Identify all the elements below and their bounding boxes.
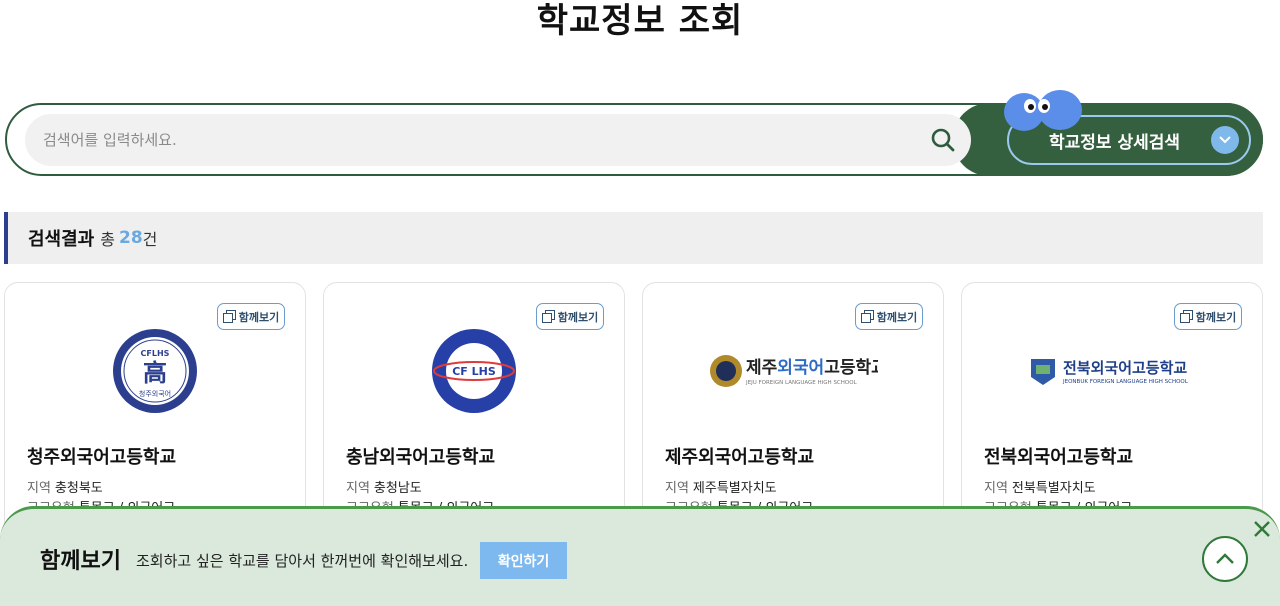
search-field xyxy=(25,114,971,166)
results-title: 검색결과 xyxy=(28,229,95,250)
search-button[interactable] xyxy=(925,122,961,158)
confirm-button[interactable]: 확인하기 xyxy=(480,542,567,579)
school-logo: 전북외국어고등학교 JEONBUK FOREIGN LANGUAGE HIGH … xyxy=(962,323,1262,419)
close-icon xyxy=(1254,521,1270,537)
copy-icon xyxy=(541,310,555,323)
svg-text:JEJU FOREIGN LANGUAGE HIGH SCH: JEJU FOREIGN LANGUAGE HIGH SCHOOL xyxy=(745,380,858,386)
school-region: 지역 전북특별자치도 xyxy=(984,481,1096,496)
svg-text:제주외국어고등학교: 제주외국어고등학교 xyxy=(746,358,878,378)
school-region: 지역 충청북도 xyxy=(27,481,103,496)
svg-text:청주외국어: 청주외국어 xyxy=(139,389,171,398)
copy-icon xyxy=(1179,310,1193,323)
school-region: 지역 충청남도 xyxy=(346,481,422,496)
compare-panel-description: 조회하고 싶은 학교를 담아서 한꺼번에 확인해보세요. xyxy=(136,552,469,570)
search-results-header: 검색결과 총 28 건 xyxy=(4,212,1263,264)
school-name: 충남외국어고등학교 xyxy=(346,447,496,468)
school-name: 청주외국어고등학교 xyxy=(27,447,177,468)
compare-panel: 함께보기 조회하고 싶은 학교를 담아서 한꺼번에 확인해보세요. 확인하기 xyxy=(0,506,1280,606)
svg-text:CF LHS: CF LHS xyxy=(452,365,496,378)
svg-text:JEONBUK FOREIGN LANGUAGE HIGH: JEONBUK FOREIGN LANGUAGE HIGH SCHOOL xyxy=(1062,379,1189,385)
compare-panel-title: 함께보기 xyxy=(40,549,121,574)
school-region: 지역 제주특별자치도 xyxy=(665,481,777,496)
search-icon xyxy=(931,128,955,152)
school-logo: CF LHS xyxy=(324,323,624,419)
copy-icon xyxy=(860,310,874,323)
school-name: 전북외국어고등학교 xyxy=(984,447,1134,468)
copy-icon xyxy=(222,310,236,323)
svg-text:CFLHS: CFLHS xyxy=(141,349,170,358)
chevron-down-icon xyxy=(1211,126,1239,154)
svg-text:高: 高 xyxy=(143,359,167,387)
school-name: 제주외국어고등학교 xyxy=(665,447,815,468)
page-title: 학교정보 조회 xyxy=(536,1,744,41)
results-total-prefix: 총 xyxy=(100,230,115,249)
school-logo: 제주외국어고등학교 JEJU FOREIGN LANGUAGE HIGH SCH… xyxy=(643,323,943,419)
close-button[interactable] xyxy=(1250,517,1274,541)
arrow-up-icon xyxy=(1216,553,1234,564)
svg-text:전북외국어고등학교: 전북외국어고등학교 xyxy=(1063,359,1187,377)
mascot-icon xyxy=(1004,90,1082,131)
school-logo: CFLHS 高 청주외국어 xyxy=(5,323,305,419)
scroll-top-button[interactable] xyxy=(1202,536,1248,582)
search-input[interactable] xyxy=(25,114,905,166)
results-count: 28 xyxy=(118,228,143,248)
results-unit: 건 xyxy=(142,230,158,249)
